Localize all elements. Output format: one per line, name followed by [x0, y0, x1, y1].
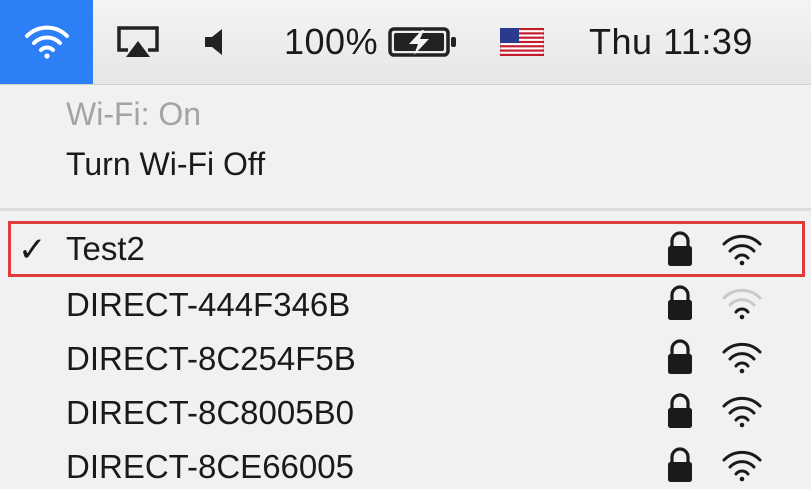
- network-name: Test2: [66, 230, 145, 267]
- menu-separator: [0, 208, 811, 211]
- network-name: DIRECT-8C8005B0: [66, 394, 354, 431]
- lock-icon: [668, 231, 692, 266]
- network-name: DIRECT-8CE66005: [66, 448, 354, 485]
- input-source-button[interactable]: [498, 0, 546, 84]
- wifi-menu-button[interactable]: [0, 0, 93, 84]
- wifi-status-label: Wi-Fi: On: [66, 96, 202, 132]
- airplay-button[interactable]: [106, 0, 170, 84]
- turn-wifi-off-item[interactable]: Turn Wi-Fi Off: [66, 146, 265, 183]
- wifi-signal-full-icon: [722, 342, 762, 374]
- lock-icon: [668, 339, 692, 374]
- lock-icon: [668, 393, 692, 428]
- wifi-signal-full-icon: [722, 234, 762, 266]
- battery-charging-icon: [388, 27, 456, 57]
- network-item-direct-444f346b[interactable]: DIRECT-444F346B: [0, 277, 811, 331]
- wifi-signal-weak-icon: [722, 288, 762, 320]
- network-item-direct-8c8005b0[interactable]: DIRECT-8C8005B0: [0, 385, 811, 439]
- lock-icon: [668, 285, 692, 320]
- network-item-direct-8c254f5b[interactable]: DIRECT-8C254F5B: [0, 331, 811, 385]
- wifi-signal-full-icon: [722, 396, 762, 428]
- network-list: ✓ Test2 DIRECT-444F346B DIRECT-8C254F5B: [0, 221, 811, 493]
- menu-bar-clock[interactable]: Thu 11:39: [589, 0, 753, 84]
- network-item-test2[interactable]: ✓ Test2: [8, 221, 805, 277]
- volume-icon: [205, 29, 222, 55]
- menu-bar: 100% Thu 11:39: [0, 0, 811, 85]
- lock-icon: [668, 447, 692, 482]
- network-name: DIRECT-444F346B: [66, 286, 351, 323]
- checkmark-icon: ✓: [18, 231, 47, 269]
- airplay-icon: [117, 26, 159, 57]
- us-flag-icon: [500, 28, 544, 56]
- network-name: DIRECT-8C254F5B: [66, 340, 356, 377]
- wifi-icon: [24, 25, 69, 59]
- battery-button[interactable]: [384, 0, 464, 84]
- battery-percent[interactable]: 100%: [284, 0, 378, 84]
- network-item-direct-8ce66005[interactable]: DIRECT-8CE66005: [0, 439, 811, 493]
- wifi-signal-full-icon: [722, 450, 762, 482]
- volume-button[interactable]: [196, 0, 232, 84]
